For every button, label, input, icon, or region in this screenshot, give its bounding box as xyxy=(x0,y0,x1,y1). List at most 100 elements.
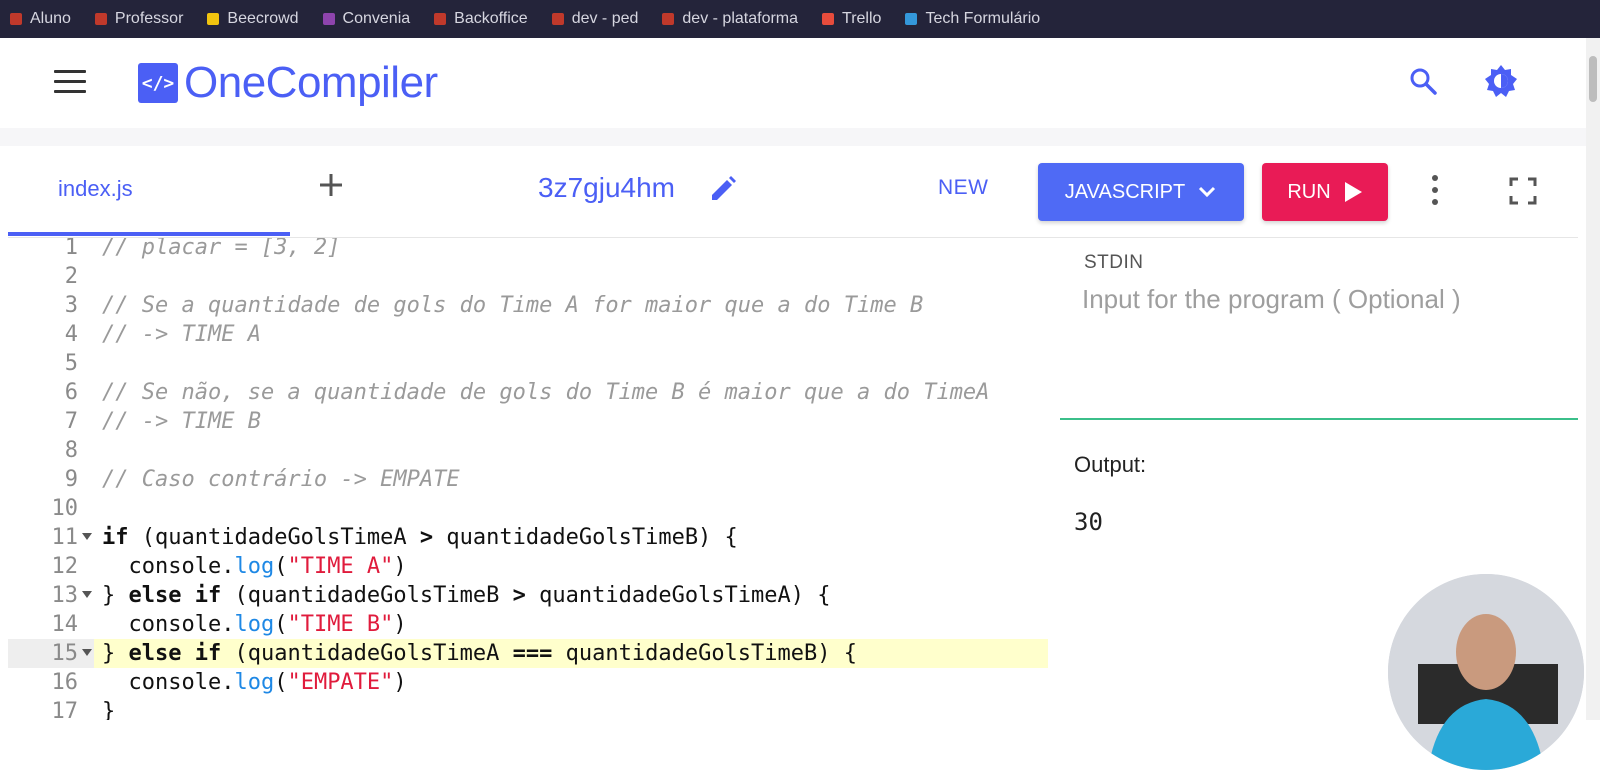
line-number: 14 xyxy=(51,612,79,637)
run-button[interactable]: RUN xyxy=(1262,163,1388,221)
code-token: if xyxy=(102,525,129,550)
code-token: ( xyxy=(274,612,288,637)
code-line[interactable]: 2 xyxy=(8,262,1048,291)
editor-toolbar: index.js 3z7gju4hm NEW JAVASCRIPT RUN xyxy=(8,146,1578,238)
code-token: // Se a quantidade de gols do Time A for… xyxy=(102,293,924,318)
code-line[interactable]: 17} xyxy=(8,697,1048,720)
line-number: 8 xyxy=(64,438,78,463)
line-number: 7 xyxy=(64,409,78,434)
app-header: </> OneCompiler xyxy=(0,38,1586,128)
code-line[interactable]: 11 if (quantidadeGolsTimeA > quantidadeGo… xyxy=(8,523,1048,552)
stdin-divider xyxy=(1060,418,1578,420)
fold-arrow-icon[interactable] xyxy=(82,591,92,598)
page-scrollbar[interactable] xyxy=(1586,38,1600,720)
edit-title-icon[interactable] xyxy=(708,174,738,204)
language-select-button[interactable]: JAVASCRIPT xyxy=(1038,163,1244,221)
code-line[interactable]: 8 xyxy=(8,436,1048,465)
active-tab-indicator xyxy=(8,232,290,236)
logo[interactable]: </> OneCompiler xyxy=(138,58,438,108)
code-line[interactable]: 3 // Se a quantidade de gols do Time A fo… xyxy=(8,291,1048,320)
code-line[interactable]: 16 console.log("EMPATE") xyxy=(8,668,1048,697)
header-spacer xyxy=(0,128,1586,146)
logo-text: OneCompiler xyxy=(184,58,438,107)
code-token: "TIME B" xyxy=(287,612,394,637)
code-line[interactable]: 7 // -> TIME B xyxy=(8,407,1048,436)
code-token: console. xyxy=(102,670,235,695)
bookmark-item[interactable]: Trello xyxy=(822,10,881,28)
scrollbar-thumb[interactable] xyxy=(1589,56,1597,102)
bookmark-label: Backoffice xyxy=(454,10,528,27)
run-label: RUN xyxy=(1287,180,1331,203)
code-line[interactable]: 13} else if (quantidadeGolsTimeB > quant… xyxy=(8,581,1048,610)
bookmark-label: Aluno xyxy=(30,10,71,27)
bookmark-label: Trello xyxy=(842,10,882,27)
line-number: 5 xyxy=(64,351,78,376)
code-line[interactable]: 5 xyxy=(8,349,1048,378)
bookmark-favicon-icon xyxy=(207,13,220,25)
new-button[interactable]: NEW xyxy=(938,176,989,200)
bookmark-item[interactable]: Professor xyxy=(94,10,183,28)
fullscreen-icon[interactable] xyxy=(1508,176,1538,206)
code-editor[interactable]: 1 // placar = [3, 2] 2 3 // Se a quantidade … xyxy=(8,238,1048,720)
code-text: // Caso contrário -> EMPATE xyxy=(102,465,460,494)
code-token: (quantidadeGolsTimeB xyxy=(221,583,513,608)
bookmark-favicon-icon xyxy=(662,13,675,25)
code-token: ) xyxy=(393,612,407,637)
code-line[interactable]: 1 // placar = [3, 2] xyxy=(8,238,1048,262)
line-number: 6 xyxy=(64,380,78,405)
bookmark-item[interactable]: Beecrowd xyxy=(207,10,299,28)
bookmark-label: dev - plataforma xyxy=(682,10,799,27)
bookmarks-bar: Aluno Professor Beecrowd Convenia Backoffice… xyxy=(0,0,1600,38)
add-file-icon[interactable] xyxy=(310,164,352,206)
code-token: ) xyxy=(393,670,407,695)
bookmark-label: Tech Formulário xyxy=(925,10,1041,27)
tab-index-js[interactable]: index.js xyxy=(58,176,133,202)
stdin-label: STDIN xyxy=(1084,252,1144,273)
output-label: Output: xyxy=(1074,452,1147,477)
bookmark-item[interactable]: dev - ped xyxy=(551,10,639,28)
code-token: console. xyxy=(102,612,235,637)
theme-toggle-icon[interactable] xyxy=(1484,64,1518,98)
code-token: "EMPATE" xyxy=(287,670,394,695)
bookmark-item[interactable]: Aluno xyxy=(10,10,71,28)
code-token: // -> TIME B xyxy=(102,409,261,434)
code-token: else if xyxy=(128,583,222,608)
stdin-input[interactable] xyxy=(1082,284,1562,404)
fold-arrow-icon[interactable] xyxy=(82,533,92,540)
bookmark-favicon-icon xyxy=(10,13,22,25)
bookmark-label: dev - ped xyxy=(571,10,639,27)
code-line[interactable]: 9 // Caso contrário -> EMPATE xyxy=(8,465,1048,494)
code-line[interactable]: 6 // Se não, se a quantidade de gols do T… xyxy=(8,378,1048,407)
code-line[interactable]: 10 xyxy=(8,494,1048,523)
code-text: console.log("EMPATE") xyxy=(102,668,407,697)
fold-arrow-icon[interactable] xyxy=(82,649,92,656)
code-token: } xyxy=(102,641,129,666)
code-text: } xyxy=(102,697,115,720)
code-line[interactable]: 12 console.log("TIME A") xyxy=(8,552,1048,581)
code-text: // placar = [3, 2] xyxy=(102,238,340,262)
bookmark-item[interactable]: dev - plataforma xyxy=(662,10,798,28)
bookmark-item[interactable]: Backoffice xyxy=(434,10,528,28)
bookmark-item[interactable]: Convenia xyxy=(322,10,411,28)
code-token: else if xyxy=(128,641,222,666)
code-text: // -> TIME B xyxy=(102,407,261,436)
code-token: log xyxy=(234,670,275,695)
bookmark-favicon-icon xyxy=(94,13,107,25)
code-text: } else if (quantidadeGolsTimeB > quantid… xyxy=(102,581,831,610)
bookmark-item[interactable]: Tech Formulário xyxy=(905,10,1040,28)
code-token: quantidadeGolsTimeA) { xyxy=(525,583,831,608)
code-token: > xyxy=(512,583,526,608)
code-line[interactable]: 15} else if (quantidadeGolsTimeA === qua… xyxy=(8,639,1048,668)
language-label: JAVASCRIPT xyxy=(1064,180,1186,203)
more-options-icon[interactable] xyxy=(1428,172,1442,208)
bookmark-favicon-icon xyxy=(905,13,918,25)
bookmark-label: Convenia xyxy=(342,10,411,27)
code-token: > xyxy=(419,525,434,550)
search-icon[interactable] xyxy=(1408,66,1438,96)
code-line[interactable]: 4 // -> TIME A xyxy=(8,320,1048,349)
webcam-overlay xyxy=(1388,574,1584,770)
code-text: // Se a quantidade de gols do Time A for… xyxy=(102,291,923,320)
code-token: ( xyxy=(274,554,288,579)
code-line[interactable]: 14 console.log("TIME B") xyxy=(8,610,1048,639)
menu-icon[interactable] xyxy=(54,70,86,94)
